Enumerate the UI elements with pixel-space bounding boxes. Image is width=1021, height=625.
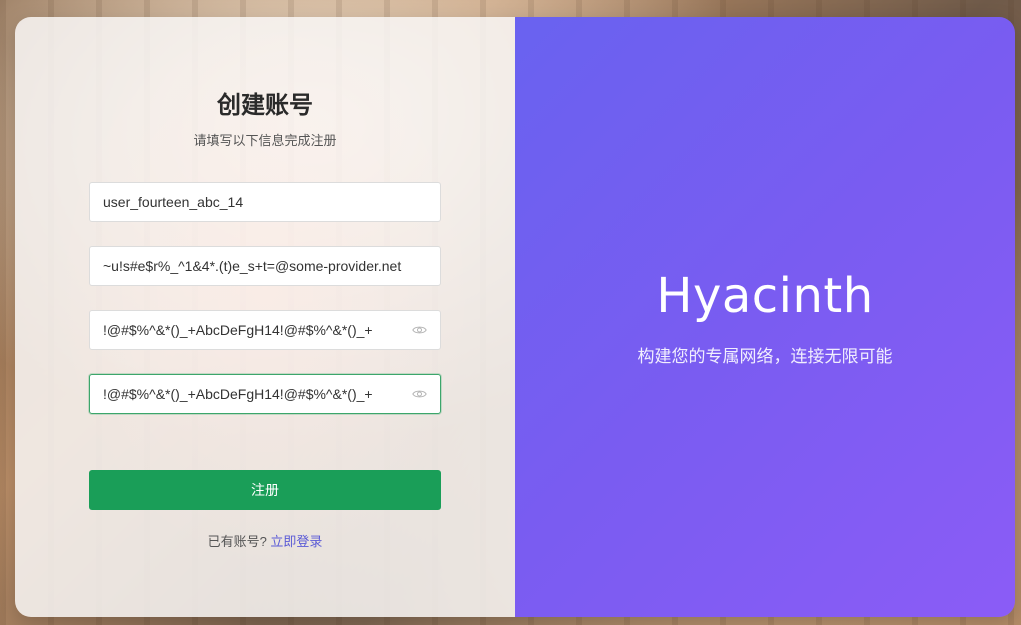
email-input[interactable] (103, 258, 427, 274)
register-form-panel: 创建账号 请填写以下信息完成注册 user_fourteen_abc_14 ~u… (15, 17, 515, 617)
email-field[interactable] (89, 246, 441, 286)
brand-tagline: 构建您的专属网络，连接无限可能 (637, 346, 893, 366)
have-account-text: 已有账号? (207, 534, 267, 549)
login-link[interactable]: 立即登录 (270, 534, 322, 549)
eye-icon[interactable] (411, 386, 427, 402)
password-input[interactable] (103, 322, 403, 338)
brand-panel: Hyacinth 构建您的专属网络，连接无限可能 (515, 17, 1015, 617)
brand-name: Hyacinth (656, 267, 874, 324)
password-field[interactable] (89, 310, 441, 350)
page-title: 创建账号 (217, 92, 313, 119)
confirm-password-field[interactable] (89, 374, 441, 414)
confirm-password-input[interactable] (103, 386, 403, 402)
eye-icon[interactable] (411, 322, 427, 338)
register-button[interactable]: 注册 (89, 470, 441, 510)
page-subtitle: 请填写以下信息完成注册 (193, 133, 337, 148)
username-input[interactable] (103, 194, 427, 210)
username-field[interactable] (89, 182, 441, 222)
register-card: 创建账号 请填写以下信息完成注册 user_fourteen_abc_14 ~u… (15, 17, 1015, 617)
login-prompt: 已有账号? 立即登录 (15, 531, 515, 550)
